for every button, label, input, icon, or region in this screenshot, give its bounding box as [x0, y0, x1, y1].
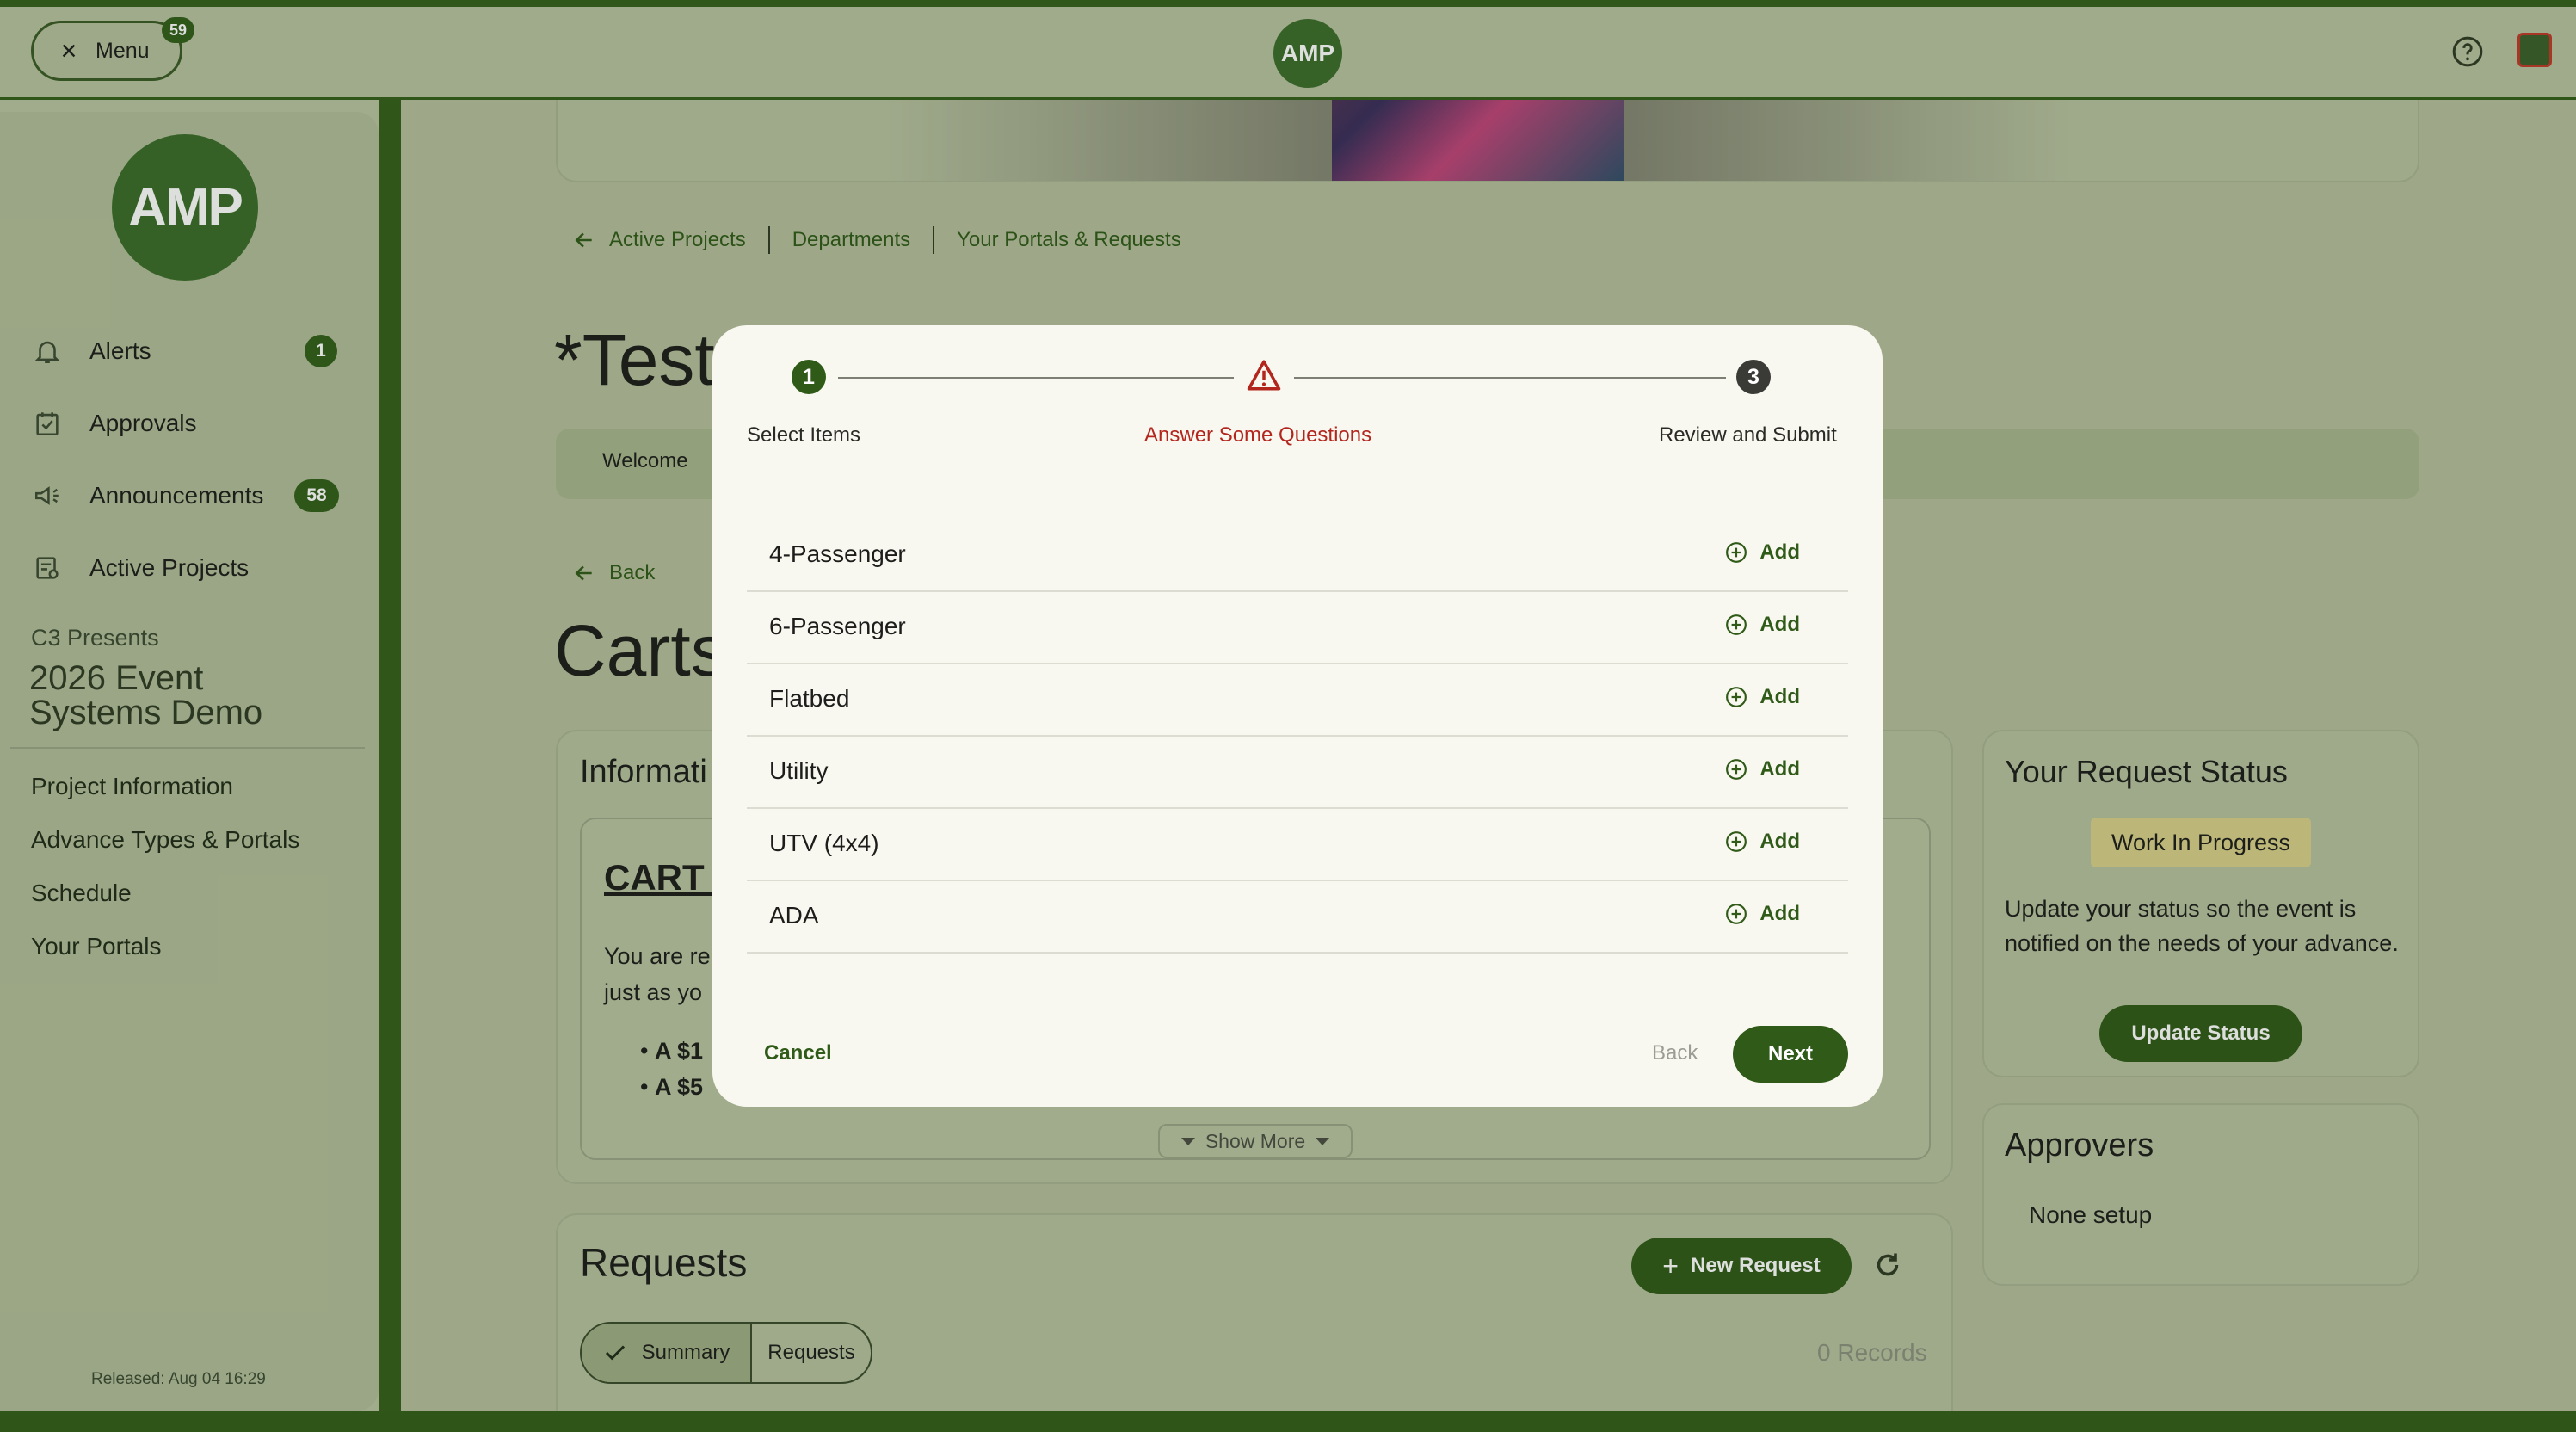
list-item: Flatbed Add — [747, 664, 1848, 737]
list-item: ADA Add — [747, 881, 1848, 954]
list-item: UTV (4x4) Add — [747, 809, 1848, 881]
list-item: 6-Passenger Add — [747, 592, 1848, 664]
step-1-indicator: 1 — [792, 360, 826, 394]
plus-circle-icon — [1726, 759, 1747, 780]
add-label: Add — [1759, 613, 1800, 636]
add-button[interactable]: Add — [1725, 613, 1800, 637]
add-label: Add — [1759, 902, 1800, 925]
step-connector — [838, 377, 1234, 379]
plus-circle-icon — [1726, 831, 1747, 852]
plus-circle-icon — [1726, 687, 1747, 707]
next-label: Next — [1767, 1042, 1814, 1065]
warning-icon — [1247, 360, 1281, 391]
back-button[interactable]: Back — [1652, 1041, 1698, 1065]
add-label: Add — [1759, 540, 1800, 564]
item-label: 6-Passenger — [769, 613, 906, 639]
plus-circle-icon — [1726, 904, 1747, 924]
item-label: 4-Passenger — [769, 540, 906, 567]
add-button[interactable]: Add — [1725, 830, 1800, 854]
item-label: Flatbed — [769, 685, 850, 712]
add-label: Add — [1759, 757, 1800, 781]
add-label: Add — [1759, 685, 1800, 708]
list-item: 4-Passenger Add — [747, 520, 1848, 592]
list-item: Utility Add — [747, 737, 1848, 809]
add-label: Add — [1759, 830, 1800, 853]
plus-circle-icon — [1726, 542, 1747, 563]
add-button[interactable]: Add — [1725, 540, 1800, 565]
item-label: ADA — [769, 902, 819, 929]
add-button[interactable]: Add — [1725, 902, 1800, 926]
step-3-label: Review and Submit — [1659, 423, 1837, 447]
add-button[interactable]: Add — [1725, 757, 1800, 781]
step-3-indicator: 3 — [1736, 360, 1771, 394]
item-label: Utility — [769, 757, 829, 784]
step-connector — [1294, 377, 1726, 379]
step-2-label: Answer Some Questions — [1144, 423, 1372, 447]
next-button[interactable]: Next — [1733, 1026, 1848, 1083]
add-button[interactable]: Add — [1725, 685, 1800, 709]
cancel-button[interactable]: Cancel — [764, 1041, 832, 1065]
step-1-label: Select Items — [747, 423, 861, 447]
item-label: UTV (4x4) — [769, 830, 879, 856]
plus-circle-icon — [1726, 614, 1747, 635]
